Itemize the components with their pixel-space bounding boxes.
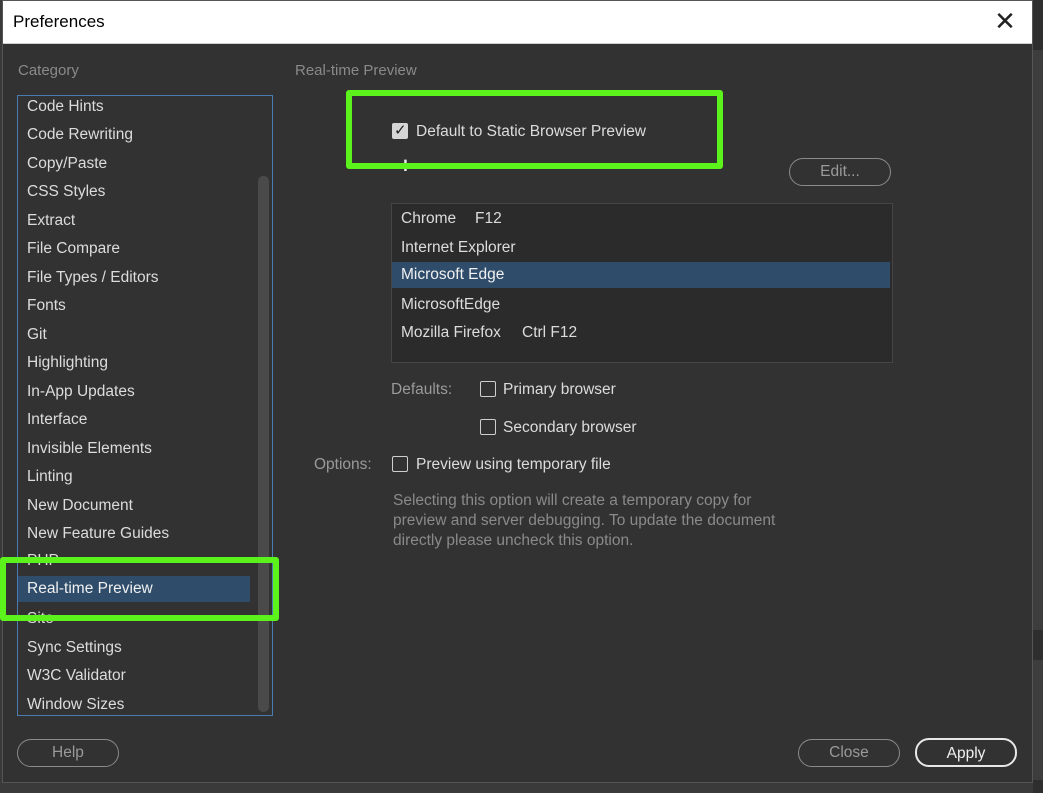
category-item[interactable]: CSS Styles (18, 179, 250, 205)
apply-button[interactable]: Apply (915, 738, 1017, 767)
browser-name: Mozilla Firefox (401, 324, 501, 341)
category-item[interactable]: W3C Validator (18, 663, 250, 689)
close-button[interactable]: Close (798, 739, 900, 767)
primary-browser-checkbox[interactable] (480, 381, 496, 397)
category-item[interactable]: Linting (18, 464, 250, 490)
temp-file-label: Preview using temporary file (416, 456, 611, 473)
category-item[interactable]: File Compare (18, 236, 250, 262)
category-item[interactable]: In-App Updates (18, 379, 250, 405)
temp-file-description: Selecting this option will create a temp… (393, 492, 776, 549)
highlight-annotation (0, 557, 279, 621)
defaults-label: Defaults: (391, 381, 453, 398)
background-panel-strip (1033, 50, 1043, 630)
category-item[interactable]: Highlighting (18, 350, 250, 376)
browser-shortcut: F12 (475, 210, 502, 227)
browser-row-selected[interactable]: Microsoft Edge (392, 262, 890, 288)
window-title: Preferences (13, 12, 105, 31)
title-bar: Preferences ✕ (3, 1, 1032, 44)
options-label: Options: (314, 456, 372, 473)
browser-list[interactable]: Chrome F12 Internet Explorer Microsoft E… (391, 203, 893, 363)
category-item[interactable]: Invisible Elements (18, 436, 250, 462)
help-button[interactable]: Help (17, 739, 119, 767)
category-scrollbar[interactable] (258, 176, 269, 712)
category-item[interactable]: New Feature Guides (18, 521, 250, 547)
category-item[interactable]: Window Sizes (18, 692, 250, 715)
category-item[interactable]: Code Hints (18, 96, 250, 120)
browser-name: Internet Explorer (401, 239, 516, 256)
browser-row[interactable]: Internet Explorer (392, 235, 890, 261)
category-item[interactable]: File Types / Editors (18, 265, 250, 291)
secondary-browser-label: Secondary browser (503, 419, 637, 436)
browser-row[interactable]: MicrosoftEdge (392, 292, 890, 318)
highlight-annotation (346, 90, 723, 169)
category-item[interactable]: Extract (18, 208, 250, 234)
category-item[interactable]: Git (18, 322, 250, 348)
category-item[interactable]: Code Rewriting (18, 122, 250, 148)
browser-shortcut: Ctrl F12 (522, 324, 578, 341)
category-item[interactable]: New Document (18, 493, 250, 519)
background-window-edge (1033, 0, 1043, 793)
category-heading: Category (18, 62, 79, 79)
secondary-browser-checkbox[interactable] (480, 419, 496, 435)
category-item[interactable]: Copy/Paste (18, 151, 250, 177)
edit-button[interactable]: Edit... (789, 158, 891, 186)
temp-file-checkbox[interactable] (392, 456, 408, 472)
category-list[interactable]: Code Hints Code Rewriting Copy/Paste CSS… (17, 95, 273, 716)
browser-row[interactable]: Mozilla Firefox Ctrl F12 (392, 320, 890, 346)
category-item[interactable]: Fonts (18, 293, 250, 319)
background-panel-strip (1033, 660, 1043, 780)
primary-browser-label: Primary browser (503, 381, 616, 398)
browser-name: MicrosoftEdge (401, 296, 501, 313)
category-item[interactable]: Sync Settings (18, 635, 250, 661)
browser-name: Microsoft Edge (401, 266, 505, 283)
browser-row[interactable]: Chrome F12 (392, 206, 890, 232)
browser-name: Chrome (401, 210, 457, 227)
close-icon[interactable]: ✕ (992, 8, 1018, 34)
category-item[interactable]: Interface (18, 407, 250, 433)
section-title: Real-time Preview (295, 62, 417, 79)
